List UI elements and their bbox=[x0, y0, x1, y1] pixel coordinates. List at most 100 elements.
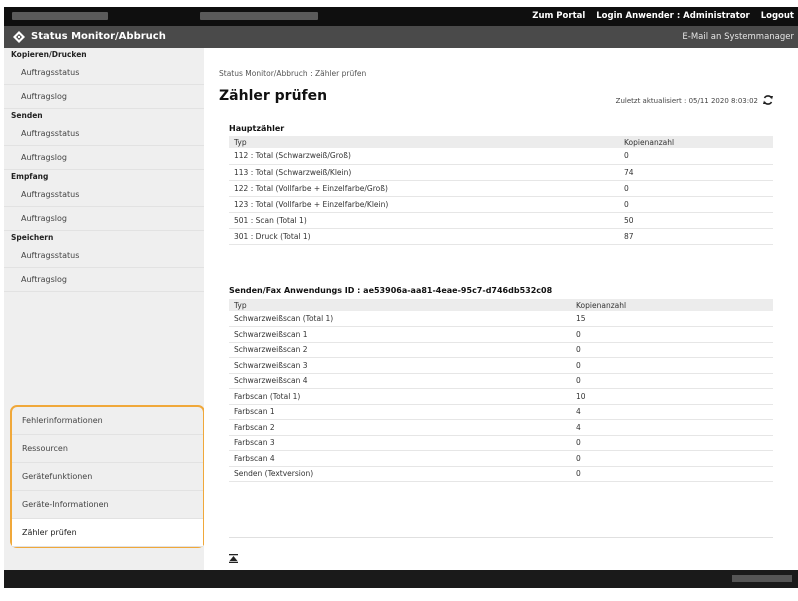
counter-value: 10 bbox=[571, 388, 773, 405]
table-row: Schwarzweißscan 4 0 bbox=[229, 373, 773, 389]
counter-type: 123 : Total (Vollfarbe + Einzelfarbe/Kle… bbox=[229, 196, 619, 213]
counter-value: 0 bbox=[571, 326, 773, 343]
counter-type: 501 : Scan (Total 1) bbox=[229, 212, 619, 229]
sidebar-item-device-functions[interactable]: Gerätefunktionen bbox=[12, 463, 203, 491]
counter-type: Schwarzweißscan (Total 1) bbox=[229, 311, 571, 327]
sidebar-item-store-job-log[interactable]: Auftragslog bbox=[4, 268, 204, 292]
counter-type: 301 : Druck (Total 1) bbox=[229, 228, 619, 245]
last-updated-text: Zuletzt aktualisiert : 05/11 2020 8:03:0… bbox=[615, 97, 758, 105]
top-bar: Zum Portal Login Anwender : Administrato… bbox=[4, 7, 798, 26]
counter-value: 0 bbox=[619, 196, 773, 213]
portal-link[interactable]: Zum Portal bbox=[532, 11, 585, 21]
counter-value: 87 bbox=[619, 228, 773, 245]
mail-to-admin-link[interactable]: E-Mail an Systemmanager bbox=[682, 32, 794, 42]
table-row: Farbscan (Total 1) 10 bbox=[229, 388, 773, 405]
counter-type: Schwarzweißscan 4 bbox=[229, 373, 571, 389]
sidebar-item-copy-job-status[interactable]: Auftragsstatus bbox=[4, 61, 204, 85]
table-row: Farbscan 2 4 bbox=[229, 419, 773, 436]
footer bbox=[4, 570, 798, 588]
table-header-row: Typ Kopienanzahl bbox=[229, 136, 773, 148]
device-path bbox=[200, 12, 318, 20]
sidebar-item-check-counter[interactable]: Zähler prüfen bbox=[12, 519, 203, 547]
counter-value: 0 bbox=[571, 342, 773, 358]
sidebar-item-device-information[interactable]: Geräte-Informationen bbox=[12, 491, 203, 519]
login-user-label: Login Anwender : Administrator bbox=[596, 11, 750, 21]
table-row: Schwarzweißscan 1 0 bbox=[229, 326, 773, 343]
sidebar-section-copy-print: Kopieren/Drucken bbox=[11, 50, 87, 59]
column-header-count: Kopienanzahl bbox=[619, 136, 773, 148]
table-row: Schwarzweißscan 3 0 bbox=[229, 357, 773, 374]
main-counter-table: Typ Kopienanzahl 112 : Total (Schwarzwei… bbox=[229, 136, 773, 245]
sidebar-item-error-information[interactable]: Fehlerinformationen bbox=[12, 407, 203, 435]
sidebar-section-send: Senden bbox=[11, 111, 43, 120]
counter-value: 0 bbox=[619, 148, 773, 165]
top-links: Zum Portal Login Anwender : Administrato… bbox=[524, 11, 794, 21]
table-row: Schwarzweißscan (Total 1) 15 bbox=[229, 311, 773, 327]
table-row: Farbscan 3 0 bbox=[229, 435, 773, 451]
refresh-icon[interactable] bbox=[762, 94, 774, 106]
counter-value: 0 bbox=[571, 373, 773, 389]
sidebar: Kopieren/Drucken Auftragsstatus Auftrags… bbox=[4, 48, 205, 570]
main-counter-heading: Hauptzähler bbox=[229, 124, 285, 133]
main-content: Status Monitor/Abbruch : Zähler prüfen Z… bbox=[204, 48, 798, 570]
table-row: 113 : Total (Schwarzweiß/Klein) 74 bbox=[229, 164, 773, 181]
table-row: 123 : Total (Vollfarbe + Einzelfarbe/Kle… bbox=[229, 196, 773, 213]
counter-type: Schwarzweißscan 2 bbox=[229, 342, 571, 358]
sidebar-item-store-job-status[interactable]: Auftragsstatus bbox=[4, 244, 204, 268]
counter-value: 0 bbox=[571, 357, 773, 374]
app-header: Status Monitor/Abbruch E-Mail an Systemm… bbox=[4, 26, 798, 48]
logo-icon bbox=[13, 31, 25, 43]
sidebar-section-store: Speichern bbox=[11, 233, 54, 242]
counter-value: 15 bbox=[571, 311, 773, 327]
counter-type: Schwarzweißscan 1 bbox=[229, 326, 571, 343]
sidebar-item-send-job-log[interactable]: Auftragslog bbox=[4, 146, 204, 170]
table-row: 501 : Scan (Total 1) 50 bbox=[229, 212, 773, 229]
table-row: Farbscan 4 0 bbox=[229, 450, 773, 467]
counter-value: 0 bbox=[571, 466, 773, 482]
sidebar-item-receive-job-status[interactable]: Auftragsstatus bbox=[4, 183, 204, 207]
counter-type: Senden (Textversion) bbox=[229, 466, 571, 482]
table-row: 301 : Druck (Total 1) 87 bbox=[229, 228, 773, 245]
breadcrumb: Status Monitor/Abbruch : Zähler prüfen bbox=[219, 69, 367, 78]
sidebar-item-copy-job-log[interactable]: Auftragslog bbox=[4, 85, 204, 109]
copyright-notice bbox=[732, 575, 792, 582]
counter-type: Farbscan 1 bbox=[229, 404, 571, 420]
host-address bbox=[12, 12, 108, 20]
sidebar-item-resources[interactable]: Ressourcen bbox=[12, 435, 203, 463]
column-header-type: Typ bbox=[229, 299, 571, 311]
column-header-count: Kopienanzahl bbox=[571, 299, 773, 311]
content-divider bbox=[229, 537, 773, 538]
counter-value: 0 bbox=[619, 180, 773, 197]
counter-value: 4 bbox=[571, 419, 773, 436]
counter-type: Farbscan 2 bbox=[229, 419, 571, 436]
app-title: Status Monitor/Abbruch bbox=[31, 31, 166, 42]
counter-value: 74 bbox=[619, 164, 773, 181]
counter-value: 0 bbox=[571, 435, 773, 451]
table-row: 122 : Total (Vollfarbe + Einzelfarbe/Gro… bbox=[229, 180, 773, 197]
back-to-top-icon[interactable] bbox=[229, 554, 238, 563]
counter-type: Farbscan 4 bbox=[229, 450, 571, 467]
sidebar-item-receive-job-log[interactable]: Auftragslog bbox=[4, 207, 204, 231]
counter-type: Farbscan 3 bbox=[229, 435, 571, 451]
highlight-frame: Fehlerinformationen Ressourcen Gerätefun… bbox=[10, 405, 205, 548]
sidebar-section-receive: Empfang bbox=[11, 172, 49, 181]
table-row: Senden (Textversion) 0 bbox=[229, 466, 773, 482]
table-row: Farbscan 1 4 bbox=[229, 404, 773, 420]
counter-value: 50 bbox=[619, 212, 773, 229]
send-counter-heading: Senden/Fax Anwendungs ID : ae53906a-aa81… bbox=[229, 286, 553, 295]
counter-type: Farbscan (Total 1) bbox=[229, 388, 571, 405]
logout-link[interactable]: Logout bbox=[761, 11, 794, 21]
counter-value: 0 bbox=[571, 450, 773, 467]
table-header-row: Typ Kopienanzahl bbox=[229, 299, 773, 311]
counter-type: 113 : Total (Schwarzweiß/Klein) bbox=[229, 164, 619, 181]
send-counter-table: Typ Kopienanzahl Schwarzweißscan (Total … bbox=[229, 299, 773, 482]
page-title: Zähler prüfen bbox=[219, 88, 328, 104]
counter-type: 122 : Total (Vollfarbe + Einzelfarbe/Gro… bbox=[229, 180, 619, 197]
counter-type: 112 : Total (Schwarzweiß/Groß) bbox=[229, 148, 619, 165]
table-row: Schwarzweißscan 2 0 bbox=[229, 342, 773, 358]
counter-value: 4 bbox=[571, 404, 773, 420]
table-row: 112 : Total (Schwarzweiß/Groß) 0 bbox=[229, 148, 773, 165]
sidebar-item-send-job-status[interactable]: Auftragsstatus bbox=[4, 122, 204, 146]
column-header-type: Typ bbox=[229, 136, 619, 148]
counter-type: Schwarzweißscan 3 bbox=[229, 357, 571, 374]
